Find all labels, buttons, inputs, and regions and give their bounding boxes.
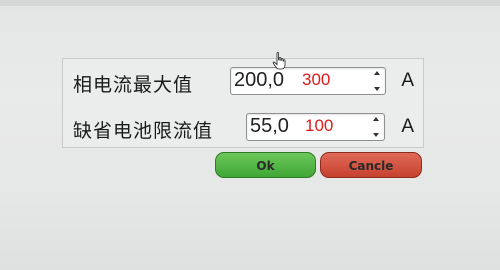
settings-panel: 相电流最大值 200,0 300 A 缺省电池限流值 55,0 100 A (62, 58, 424, 148)
field-label: 缺省电池限流值 (73, 120, 214, 142)
default-battery-current-limit-spinbox[interactable]: 55,0 100 (246, 113, 385, 141)
annotated-new-value: 100 (305, 116, 334, 135)
field-label: 相电流最大值 (73, 74, 194, 96)
spin-up-icon[interactable] (374, 71, 380, 75)
spin-down-icon[interactable] (374, 87, 380, 91)
field-row-default-battery-current-limit: 缺省电池限流值 55,0 100 A (73, 113, 418, 143)
ok-button[interactable]: Ok (215, 152, 316, 178)
spinbox-value: 55,0 (250, 115, 289, 137)
spin-arrows[interactable] (372, 117, 380, 137)
spin-down-icon[interactable] (373, 133, 379, 137)
max-phase-current-spinbox[interactable]: 200,0 300 (230, 67, 386, 95)
field-row-max-phase-current: 相电流最大值 200,0 300 A (73, 67, 418, 97)
unit-label: A (401, 70, 414, 91)
cancel-button[interactable]: Cancle (320, 152, 422, 178)
spin-up-icon[interactable] (373, 117, 379, 121)
annotated-new-value: 300 (302, 70, 331, 89)
spin-arrows[interactable] (373, 71, 381, 91)
hand-cursor-icon (272, 52, 286, 70)
window-top-edge (0, 0, 500, 6)
unit-label: A (401, 116, 414, 137)
spinbox-value: 200,0 (234, 69, 285, 91)
